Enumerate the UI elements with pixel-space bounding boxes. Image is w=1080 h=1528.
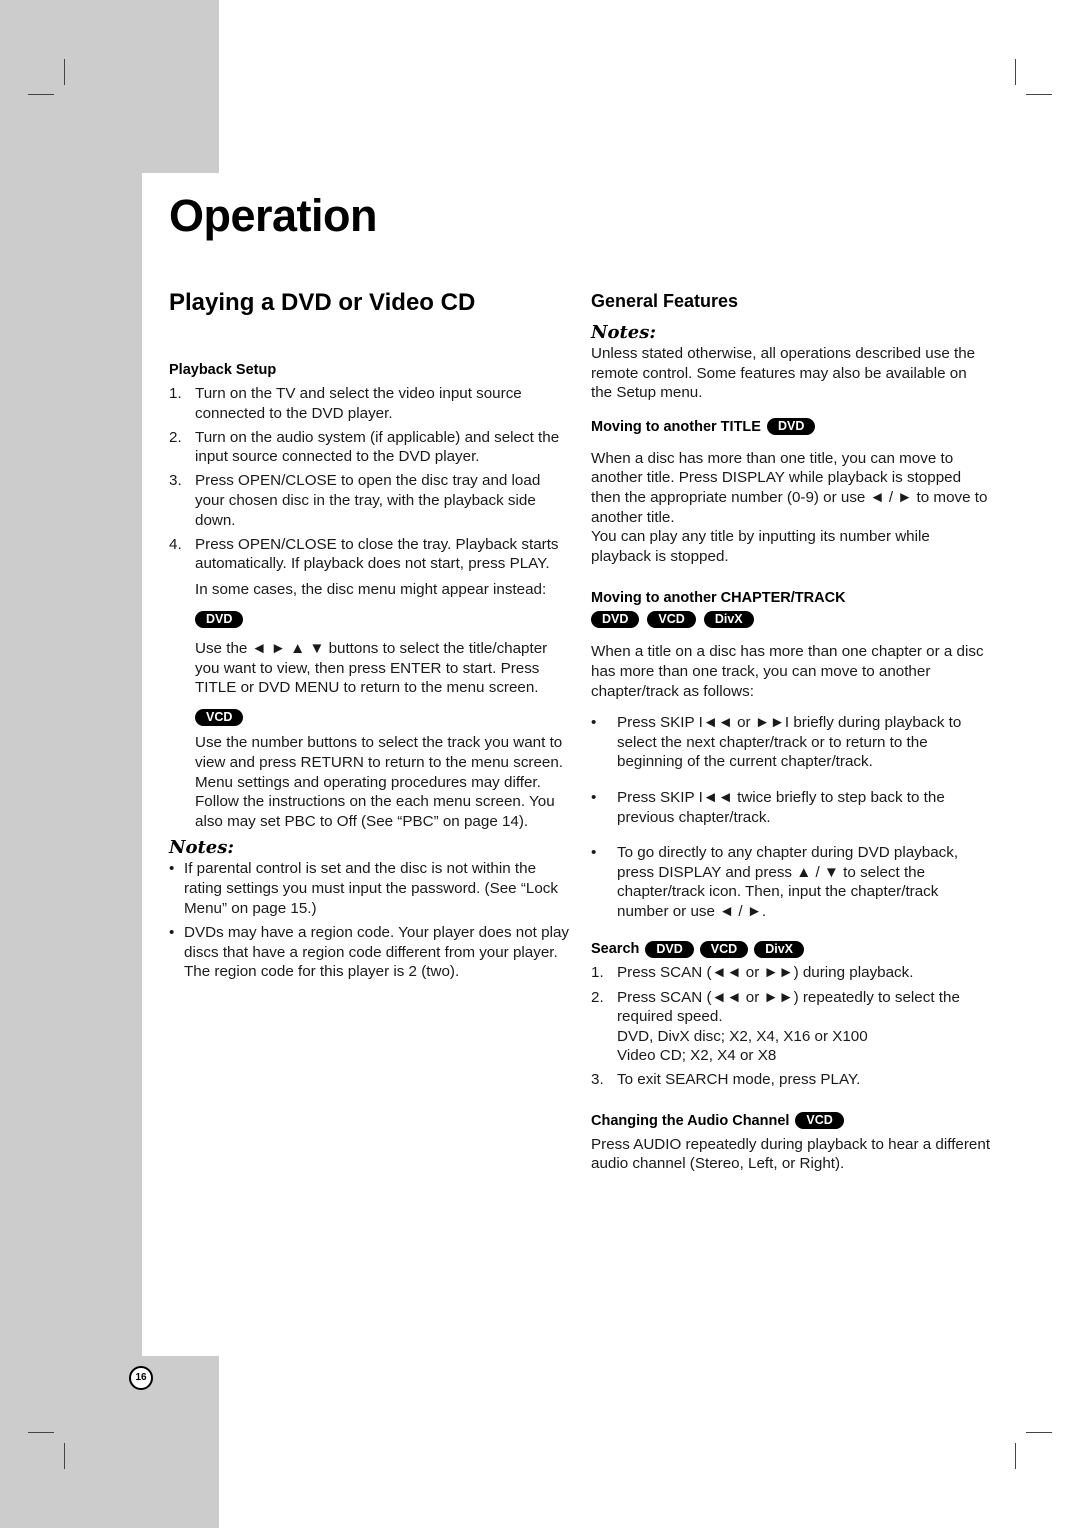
disc-badge-divx: DivX bbox=[754, 940, 804, 958]
step-item: 1. Press SCAN (◄◄ or ►►) during playback. bbox=[591, 964, 914, 982]
disc-badge-dvd: DVD bbox=[195, 610, 244, 628]
disc-menu-note: In some cases, the disc menu might appea… bbox=[195, 580, 547, 598]
title-section-text-2: You can play any title by inputting its … bbox=[591, 528, 930, 565]
crop-mark bbox=[1015, 59, 1016, 85]
title-section-text: When a disc has more than one title, you… bbox=[591, 449, 988, 526]
chapter-badges: DVD VCD DivX bbox=[591, 611, 991, 629]
step-item: 3. To exit SEARCH mode, press PLAY. bbox=[591, 1071, 861, 1089]
step-item: 2. Press SCAN (◄◄ or ►►) repeatedly to s… bbox=[591, 988, 960, 1065]
disc-badge-dvd: DVD bbox=[766, 418, 816, 436]
notes-label: Notes: bbox=[591, 322, 657, 343]
notes-list: • If parental control is set and the disc… bbox=[169, 859, 569, 982]
playback-setup-heading: Playback Setup bbox=[169, 362, 277, 378]
playback-steps: 1. Turn on the TV and select the video in… bbox=[169, 384, 569, 574]
audio-section-heading: Changing the Audio Channel VCD bbox=[591, 1111, 991, 1131]
chapter-section-heading: Moving to another CHAPTER/TRACK bbox=[591, 590, 846, 607]
chapter-bullet: • Press SKIP I◄◄ twice briefly to step ba… bbox=[591, 788, 945, 826]
search-section-heading: Search DVD VCD DivX bbox=[591, 939, 991, 959]
step-item: 2. Turn on the audio system (if applicabl… bbox=[169, 428, 560, 466]
crop-mark bbox=[28, 94, 54, 95]
step-item: 3. Press OPEN/CLOSE to open the disc tray… bbox=[169, 472, 541, 529]
chapter-bullets: • Press SKIP I◄◄ or ►►I briefly during pl… bbox=[591, 713, 991, 921]
notes-label: Notes: bbox=[169, 837, 235, 859]
disc-badge-vcd: VCD bbox=[647, 611, 696, 629]
disc-badge-dvd: DVD bbox=[591, 611, 640, 629]
page-number-badge: 16 bbox=[129, 1366, 153, 1390]
search-steps: 1. Press SCAN (◄◄ or ►►) during playback.… bbox=[591, 963, 991, 1090]
speed-dvd-divx: DVD, DivX disc; X2, X4, X16 or X100 bbox=[617, 1027, 868, 1045]
page-title: Operation bbox=[169, 190, 378, 241]
chapter-bullet: • Press SKIP I◄◄ or ►►I briefly during pl… bbox=[591, 714, 962, 771]
section-heading-general: General Features bbox=[591, 291, 739, 311]
step-item: 1. Turn on the TV and select the video in… bbox=[169, 385, 522, 422]
crop-mark bbox=[64, 59, 65, 85]
crop-mark bbox=[1026, 1432, 1052, 1433]
section-heading-playing: Playing a DVD or Video CD bbox=[169, 289, 476, 316]
disc-badge-divx: DivX bbox=[703, 611, 754, 629]
general-notes-text: Unless stated otherwise, all operations … bbox=[591, 345, 976, 402]
disc-badge-vcd: VCD bbox=[699, 940, 749, 958]
chapter-bullet: • To go directly to any chapter during DV… bbox=[591, 844, 959, 920]
speed-vcd: Video CD; X2, X4 or X8 bbox=[617, 1047, 777, 1065]
crop-mark bbox=[1015, 1443, 1016, 1469]
crop-mark bbox=[1026, 94, 1052, 95]
dvd-instructions: Use the ◄ ► ▲ ▼ buttons to select the ti… bbox=[195, 640, 548, 697]
title-section-heading: Moving to another TITLE DVD bbox=[591, 417, 991, 437]
disc-badge-vcd: VCD bbox=[195, 709, 244, 727]
crop-mark bbox=[64, 1443, 65, 1469]
vcd-instructions: Use the number buttons to select the tra… bbox=[195, 734, 564, 830]
disc-badge-vcd: VCD bbox=[795, 1112, 844, 1130]
right-column: General Features Notes: Unless stated ot… bbox=[591, 288, 991, 1174]
step-item: 4. Press OPEN/CLOSE to close the tray. Pl… bbox=[169, 535, 559, 573]
chapter-intro: When a title on a disc has more than one… bbox=[591, 643, 984, 700]
disc-badge-dvd: DVD bbox=[645, 940, 694, 958]
left-column: Playing a DVD or Video CD Playback Setup… bbox=[169, 288, 569, 982]
note-item: • If parental control is set and the disc… bbox=[169, 860, 558, 917]
crop-mark bbox=[28, 1432, 54, 1433]
audio-section-text: Press AUDIO repeatedly during playback t… bbox=[591, 1135, 991, 1173]
note-item: • DVDs may have a region code. Your playe… bbox=[169, 924, 569, 981]
